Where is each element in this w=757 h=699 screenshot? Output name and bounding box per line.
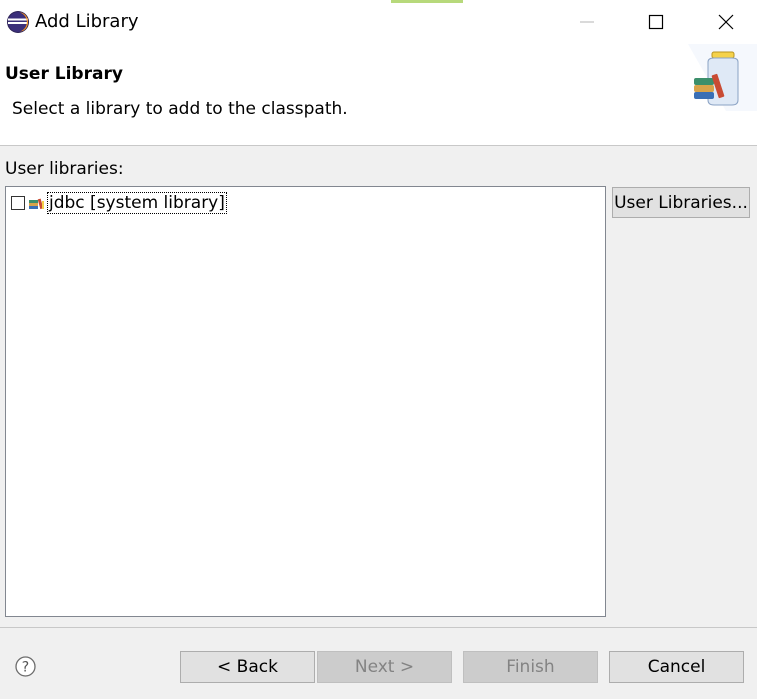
title-bar: Add Library (0, 0, 757, 44)
help-icon[interactable]: ? (15, 656, 36, 677)
back-button[interactable]: < Back (180, 651, 315, 683)
next-button[interactable]: Next > (317, 651, 452, 683)
svg-text:?: ? (22, 660, 29, 676)
user-libraries-button[interactable]: User Libraries... (612, 187, 750, 218)
library-icon (29, 196, 45, 210)
finish-button[interactable]: Finish (463, 651, 598, 683)
wizard-header: User Library Select a library to add to … (0, 44, 757, 146)
window-title: Add Library (35, 11, 139, 32)
library-list[interactable]: jdbc [system library] (5, 186, 606, 617)
eclipse-icon (6, 10, 30, 34)
page-title: User Library (5, 64, 123, 84)
user-libraries-label: User libraries: (5, 159, 124, 179)
library-jar-icon (688, 44, 757, 111)
library-checkbox[interactable] (11, 196, 25, 210)
page-description: Select a library to add to the classpath… (12, 99, 348, 119)
title-accent-bar (391, 0, 463, 3)
minimize-icon (579, 14, 595, 30)
library-label: jdbc [system library] (47, 192, 227, 214)
footer-separator (0, 627, 757, 628)
maximize-button[interactable] (625, 0, 687, 44)
cancel-button[interactable]: Cancel (609, 651, 744, 683)
close-button[interactable] (695, 0, 757, 44)
maximize-icon (648, 14, 664, 30)
list-item[interactable]: jdbc [system library] (11, 191, 227, 215)
close-icon (718, 14, 734, 30)
minimize-button[interactable] (556, 0, 618, 44)
